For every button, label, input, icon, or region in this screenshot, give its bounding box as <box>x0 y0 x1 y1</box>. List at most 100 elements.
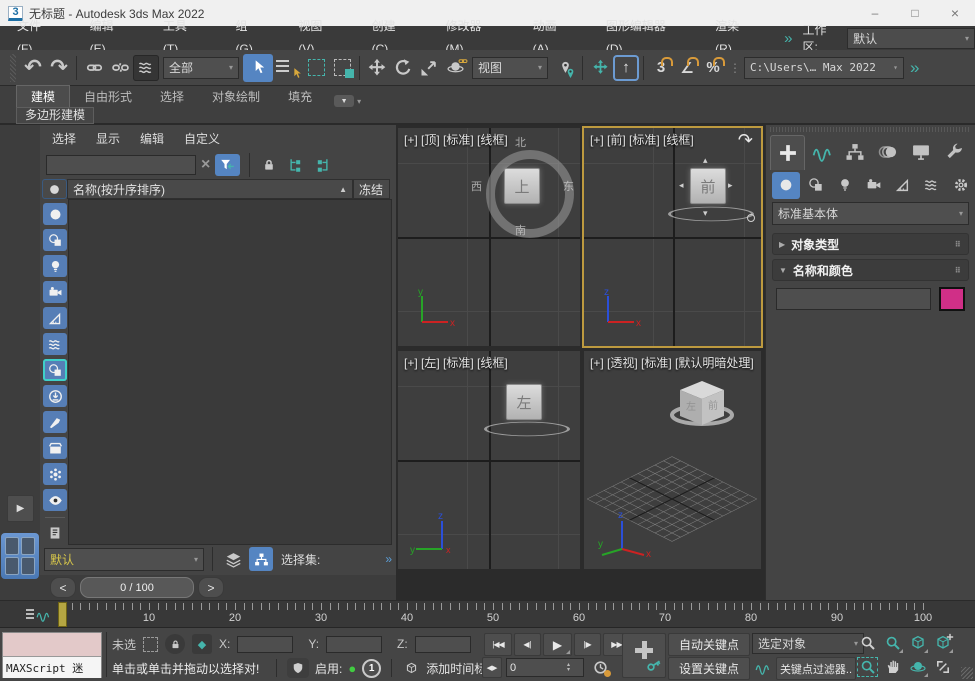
reference-coordinate-dropdown[interactable]: 视图 ▾ <box>472 57 548 79</box>
viewport-perspective-label[interactable]: [+] [透视] [标准] [默认明暗处理] <box>590 354 754 371</box>
angle-snap-toggle[interactable]: ∠ <box>674 55 700 81</box>
selection-lock-region-icon[interactable] <box>143 637 158 652</box>
rollout-object-type[interactable]: ▶ 对象类型 ⠿ <box>772 233 969 255</box>
ribbon-tab-freeform[interactable]: 自由形式 <box>70 86 146 107</box>
lock-explorer-icon[interactable] <box>259 152 279 178</box>
time-slider-next-button[interactable]: > <box>198 577 224 598</box>
compass-north-label[interactable]: 北 <box>515 134 526 150</box>
layer-preset-dropdown[interactable]: 默认 ▾ <box>44 548 204 571</box>
time-slider-prev-button[interactable]: < <box>50 577 76 598</box>
category-systems[interactable] <box>947 172 974 198</box>
go-to-start-button[interactable]: |◀◀ <box>484 633 512 656</box>
play-button[interactable]: ▶ <box>543 633 572 656</box>
category-shapes[interactable] <box>802 172 829 198</box>
filter-bones-icon[interactable] <box>43 411 67 433</box>
key-mode-toggle[interactable]: ◀▶ <box>482 657 502 678</box>
filter-containers-icon[interactable] <box>43 437 67 459</box>
ribbon-tab-populate[interactable]: 填充 <box>274 86 326 107</box>
filter-xrefs-icon[interactable] <box>43 385 67 407</box>
filter-lights-icon[interactable] <box>43 255 67 277</box>
viewcube-front-face[interactable]: 前 <box>690 168 726 204</box>
viewcube-rotate-arrow[interactable]: ↷ <box>738 130 753 151</box>
compass-east-label[interactable]: 东 <box>563 178 574 194</box>
orbit-button[interactable] <box>906 656 929 678</box>
expand-panel-button[interactable]: ▶ <box>7 495 34 522</box>
maxscript-mini-listener[interactable]: MAXScript 迷 <box>2 632 102 678</box>
project-folder-dropdown[interactable]: C:\Users\… Max 2022 ▾ <box>744 57 904 79</box>
compass-west-label[interactable]: 西 <box>471 178 482 194</box>
selection-lock-toggle[interactable] <box>165 634 185 654</box>
tab-modify[interactable] <box>805 135 838 169</box>
viewcube-arrow-up[interactable]: ▴ <box>703 155 708 166</box>
toolbar-grip[interactable] <box>10 54 16 82</box>
viewport-front-label[interactable]: [+] [前] [标准] [线框] <box>590 131 694 148</box>
z-coordinate-field[interactable] <box>415 636 471 653</box>
close-button[interactable]: × <box>935 0 975 26</box>
type-column-header[interactable] <box>42 179 67 199</box>
menu-overflow-chevron[interactable]: » <box>784 30 792 47</box>
object-name-field[interactable] <box>776 288 931 310</box>
select-and-place-button[interactable] <box>442 55 468 81</box>
viewport-left-label[interactable]: [+] [左] [标准] [线框] <box>404 354 508 371</box>
zoom-all-button[interactable] <box>881 632 904 654</box>
set-keys-big-button[interactable] <box>622 633 666 678</box>
category-helpers[interactable] <box>889 172 916 198</box>
current-frame-marker[interactable] <box>58 602 67 627</box>
frame-ruler[interactable]: 0102030405060708090100 <box>0 601 975 628</box>
viewport-left[interactable]: [+] [左] [标准] [线框] 左 z y x <box>398 351 580 569</box>
percent-snap-toggle[interactable]: % <box>700 55 726 81</box>
search-filter-button[interactable] <box>215 154 240 176</box>
scene-explorer-toggle-button[interactable] <box>249 547 273 571</box>
redo-button[interactable]: ↷ <box>46 55 72 81</box>
object-category-dropdown[interactable]: 标准基本体 ▾ <box>772 202 969 225</box>
rollout-name-color[interactable]: ▼ 名称和颜色 ⠿ <box>772 259 969 281</box>
filter-hidden-icon[interactable] <box>43 489 67 511</box>
tab-display[interactable] <box>904 135 937 169</box>
select-and-move-button[interactable] <box>364 55 390 81</box>
minimize-button[interactable]: – <box>855 0 895 26</box>
zoom-extents-all-button[interactable] <box>931 632 954 654</box>
expand-hierarchy-icon[interactable] <box>284 152 306 178</box>
y-coordinate-field[interactable] <box>326 636 382 653</box>
selection-count-badge[interactable]: 1 <box>362 659 381 678</box>
viewcube-left-face[interactable]: 左 <box>506 384 542 420</box>
explorer-menu-display[interactable]: 显示 <box>86 130 130 147</box>
viewcube-arrow-down[interactable]: ▾ <box>703 208 708 219</box>
rectangular-selection-region-button[interactable] <box>303 55 329 81</box>
category-cameras[interactable] <box>860 172 887 198</box>
bind-to-space-warp-button[interactable] <box>133 55 159 81</box>
key-filters-button[interactable]: 关键点过滤器.. <box>776 657 856 680</box>
filter-shapes-icon[interactable] <box>43 229 67 251</box>
select-and-manipulate-button[interactable] <box>587 55 613 81</box>
explorer-menu-select[interactable]: 选择 <box>42 130 86 147</box>
tab-utilities[interactable] <box>937 135 970 169</box>
search-input[interactable] <box>46 155 196 175</box>
use-center-flyout-button[interactable] <box>552 55 578 81</box>
category-geometry[interactable] <box>772 172 800 199</box>
zoom-extents-button[interactable] <box>906 632 929 654</box>
toolbar-overflow-chevron[interactable]: » <box>910 58 919 78</box>
bottom-bar-overflow-chevron[interactable]: » <box>385 552 392 566</box>
viewport-top[interactable]: [+] [顶] [标准] [线框] 上 北 南 西 东 y x <box>398 128 580 346</box>
layers-icon[interactable] <box>221 546 245 572</box>
window-crossing-toggle[interactable] <box>329 55 355 81</box>
workspace-dropdown[interactable]: 默认 ▾ <box>847 28 975 49</box>
viewcube-arrow-right[interactable]: ▸ <box>728 180 733 191</box>
key-mode-dropdown[interactable]: 选定对象 ▾ <box>752 633 864 654</box>
filter-geometry-icon[interactable] <box>43 203 67 225</box>
panel-grip[interactable] <box>770 127 971 132</box>
time-configuration-button[interactable] <box>588 657 612 678</box>
selection-filter-dropdown[interactable]: 全部 ▾ <box>163 57 239 79</box>
ribbon-tab-object-paint[interactable]: 对象绘制 <box>198 86 274 107</box>
select-by-name-button[interactable] <box>273 55 303 81</box>
set-key-button[interactable]: 设置关键点 <box>668 657 750 680</box>
select-and-rotate-button[interactable] <box>390 55 416 81</box>
explorer-object-list[interactable] <box>68 199 392 545</box>
viewcube-3d[interactable]: 左 前 <box>670 377 734 441</box>
object-color-swatch[interactable] <box>939 287 965 311</box>
spinner-icon[interactable]: ▴▾ <box>567 663 570 673</box>
explorer-menu-edit[interactable]: 编辑 <box>130 130 174 147</box>
next-frame-button[interactable]: |▶ <box>574 633 601 656</box>
pan-button[interactable] <box>881 656 904 678</box>
filter-space-warps-icon[interactable] <box>43 333 67 355</box>
